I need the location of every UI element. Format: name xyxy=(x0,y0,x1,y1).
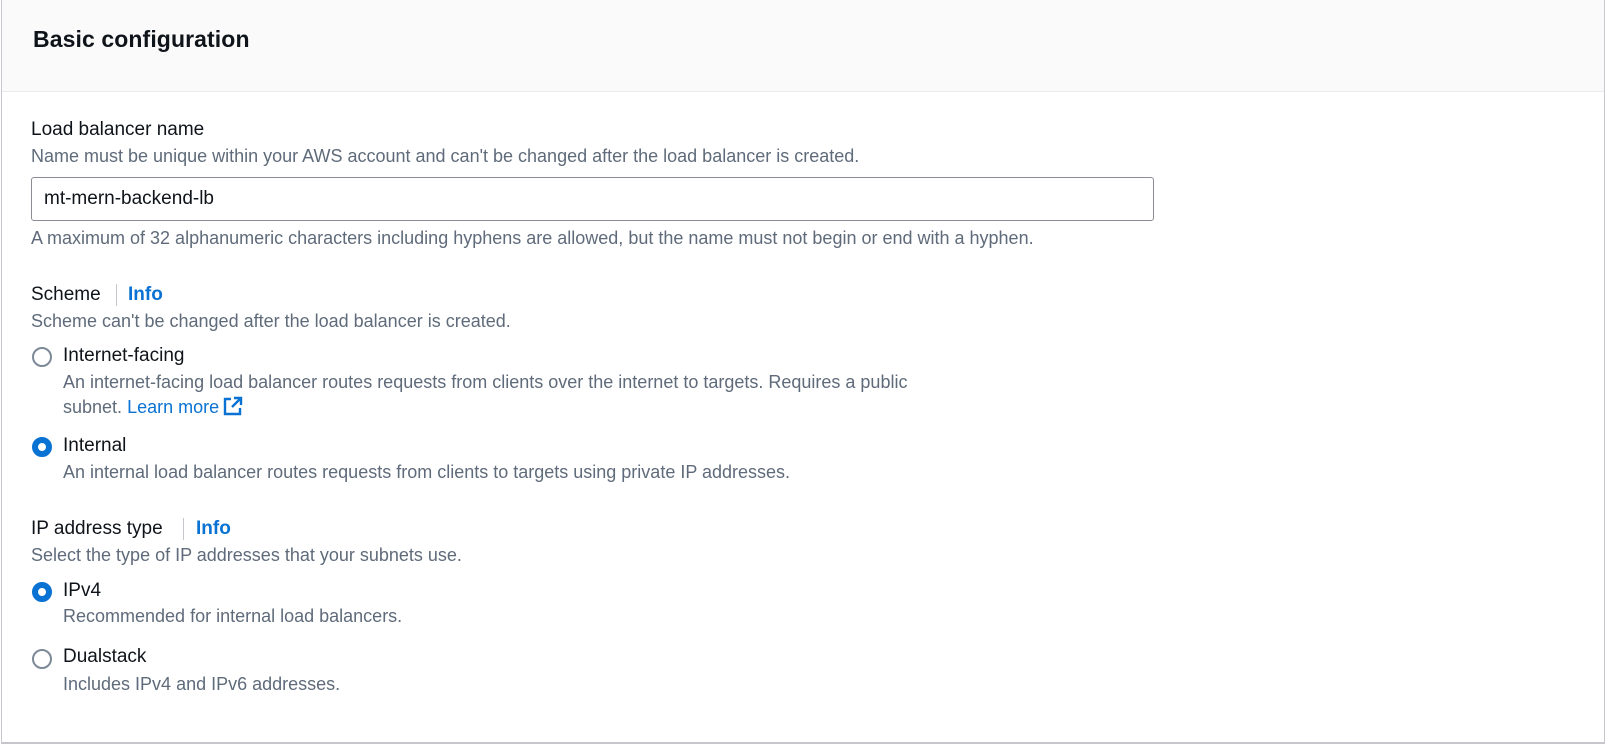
scheme-description: Scheme can't be changed after the load b… xyxy=(31,311,511,331)
option-internal-label[interactable]: Internal xyxy=(63,435,126,457)
radio-internet-facing[interactable] xyxy=(32,347,52,367)
option-internal-description: An internal load balancer routes request… xyxy=(63,462,791,482)
option-ipv4-description: Recommended for internal load balancers. xyxy=(63,606,403,626)
radio-ipv4[interactable] xyxy=(32,582,52,602)
option-internet-facing-label[interactable]: Internet-facing xyxy=(63,345,184,367)
ip-type-info-divider xyxy=(183,518,184,540)
ip-type-info-link[interactable]: Info xyxy=(196,518,231,540)
ip-type-description: Select the type of IP addresses that you… xyxy=(31,545,462,565)
option-ipv4-label[interactable]: IPv4 xyxy=(63,580,101,602)
panel-header: Basic configuration xyxy=(2,0,1604,92)
learn-more-label[interactable]: Learn more xyxy=(127,397,219,417)
scheme-info-link[interactable]: Info xyxy=(128,284,163,306)
external-link-icon xyxy=(223,396,243,421)
lb-name-description: Name must be unique within your AWS acco… xyxy=(31,146,860,166)
learn-more-link[interactable]: Learn more xyxy=(127,396,243,417)
option-internet-facing-description: An internet-facing load balancer routes … xyxy=(63,372,908,392)
option-dualstack-label[interactable]: Dualstack xyxy=(63,646,146,668)
option-internet-facing-description-end: subnet. xyxy=(63,397,123,417)
lb-name-constraint: A maximum of 32 alphanumeric characters … xyxy=(31,228,1034,248)
ip-type-label: IP address type xyxy=(31,518,163,539)
lb-name-label: Load balancer name xyxy=(31,119,205,140)
scheme-label: Scheme xyxy=(31,284,101,305)
lb-name-input[interactable] xyxy=(31,177,1154,221)
radio-internal[interactable] xyxy=(32,437,52,457)
panel-title: Basic configuration xyxy=(33,26,250,52)
scheme-info-divider xyxy=(116,284,117,306)
radio-dualstack[interactable] xyxy=(32,649,52,669)
option-dualstack-description: Includes IPv4 and IPv6 addresses. xyxy=(63,674,341,694)
option-internet-facing-description-cont: subnet. Learn more xyxy=(63,396,243,421)
